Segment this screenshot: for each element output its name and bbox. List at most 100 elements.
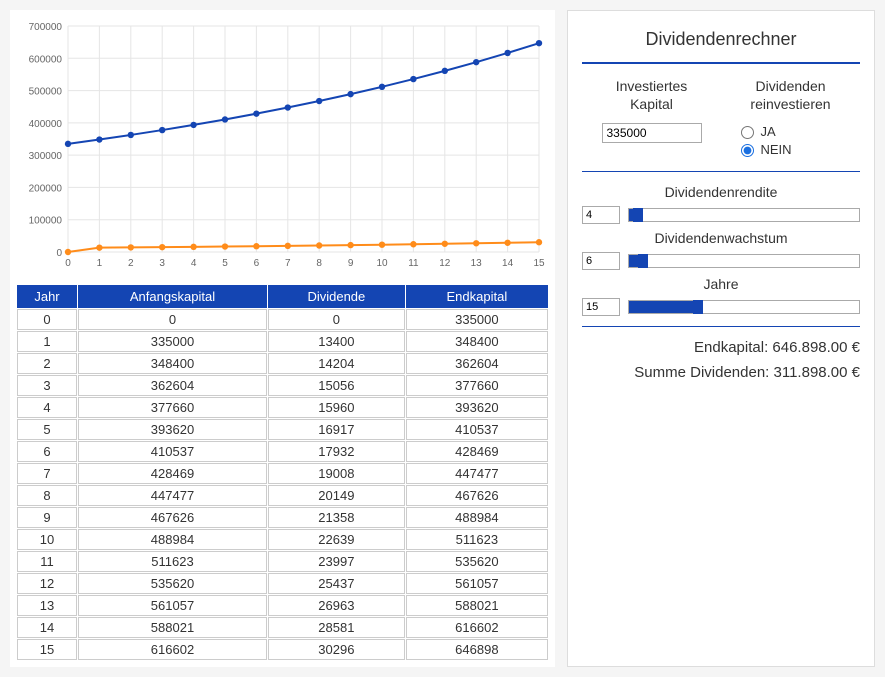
table-row: 1253562025437561057 — [17, 573, 548, 594]
slider-thumb[interactable] — [693, 300, 703, 314]
table-cell: 393620 — [406, 397, 548, 418]
reinvest-no-text: NEIN — [761, 142, 792, 157]
panel-title: Dividendenrechner — [582, 23, 860, 62]
growth-label: Dividendenwachstum — [582, 230, 860, 246]
results-block: Endkapital: 646.898.00 € Summe Dividende… — [582, 339, 860, 381]
table-cell: 561057 — [406, 573, 548, 594]
col-start: Anfangskapital — [78, 285, 267, 308]
table-cell: 428469 — [78, 463, 267, 484]
table-cell: 348400 — [78, 353, 267, 374]
svg-text:100000: 100000 — [29, 216, 63, 227]
table-cell: 21358 — [268, 507, 405, 528]
svg-text:8: 8 — [316, 258, 322, 269]
reinvest-yes-option[interactable]: JA — [736, 123, 846, 139]
table-cell: 3 — [17, 375, 77, 396]
table-row: 1561660230296646898 — [17, 639, 548, 660]
table-row: 641053717932428469 — [17, 441, 548, 462]
svg-text:15: 15 — [533, 258, 545, 269]
yield-label: Dividendenrendite — [582, 184, 860, 200]
table-cell: 20149 — [268, 485, 405, 506]
table-cell: 511623 — [406, 529, 548, 550]
table-cell: 0 — [268, 309, 405, 330]
table-cell: 362604 — [406, 353, 548, 374]
endcapital-label: Endkapital: — [694, 339, 768, 356]
table-cell: 511623 — [78, 551, 267, 572]
table-cell: 561057 — [78, 595, 267, 616]
line-chart: 0100000200000300000400000500000600000700… — [16, 16, 549, 276]
reinvest-yes-radio[interactable] — [741, 126, 754, 139]
table-cell: 428469 — [406, 441, 548, 462]
table-row: 844747720149467626 — [17, 485, 548, 506]
table-cell: 488984 — [78, 529, 267, 550]
table-cell: 535620 — [78, 573, 267, 594]
table-cell: 22639 — [268, 529, 405, 550]
svg-text:0: 0 — [56, 248, 62, 259]
svg-text:700000: 700000 — [29, 22, 63, 33]
yield-slider[interactable] — [628, 208, 860, 222]
reinvest-no-radio[interactable] — [741, 144, 754, 157]
left-panel: 0100000200000300000400000500000600000700… — [10, 10, 555, 667]
svg-text:0: 0 — [65, 258, 71, 269]
svg-text:1: 1 — [97, 258, 103, 269]
table-cell: 646898 — [406, 639, 548, 660]
svg-text:13: 13 — [471, 258, 483, 269]
svg-text:600000: 600000 — [29, 54, 63, 65]
svg-text:200000: 200000 — [29, 183, 63, 194]
table-cell: 15056 — [268, 375, 405, 396]
table-cell: 467626 — [406, 485, 548, 506]
table-cell: 10 — [17, 529, 77, 550]
table-cell: 535620 — [406, 551, 548, 572]
table-row: 1048898422639511623 — [17, 529, 548, 550]
table-row: 336260415056377660 — [17, 375, 548, 396]
svg-text:6: 6 — [254, 258, 260, 269]
table-cell: 348400 — [406, 331, 548, 352]
growth-slider[interactable] — [628, 254, 860, 268]
table-cell: 377660 — [406, 375, 548, 396]
table-cell: 11 — [17, 551, 77, 572]
table-cell: 28581 — [268, 617, 405, 638]
endcapital-value: 646.898.00 € — [772, 339, 860, 356]
invested-capital-input[interactable] — [602, 123, 702, 143]
table-cell: 25437 — [268, 573, 405, 594]
years-value-input[interactable] — [582, 298, 620, 316]
divsum-label: Summe Dividenden: — [634, 364, 769, 381]
table-cell: 588021 — [406, 595, 548, 616]
growth-value-input[interactable] — [582, 252, 620, 270]
table-cell: 616602 — [406, 617, 548, 638]
table-cell: 0 — [78, 309, 267, 330]
table-row: 000335000 — [17, 309, 548, 330]
col-year: Jahr — [17, 285, 77, 308]
table-cell: 377660 — [78, 397, 267, 418]
svg-text:10: 10 — [376, 258, 388, 269]
table-row: 1356105726963588021 — [17, 595, 548, 616]
table-cell: 467626 — [78, 507, 267, 528]
divider — [582, 62, 860, 64]
svg-text:400000: 400000 — [29, 119, 63, 130]
table-cell: 8 — [17, 485, 77, 506]
table-cell: 6 — [17, 441, 77, 462]
yield-value-input[interactable] — [582, 206, 620, 224]
slider-thumb[interactable] — [633, 208, 643, 222]
table-cell: 488984 — [406, 507, 548, 528]
slider-thumb[interactable] — [638, 254, 648, 268]
table-cell: 410537 — [406, 419, 548, 440]
table-cell: 26963 — [268, 595, 405, 616]
table-row: 742846919008447477 — [17, 463, 548, 484]
svg-text:3: 3 — [159, 258, 165, 269]
col-div: Dividende — [268, 285, 405, 308]
years-label: Jahre — [582, 276, 860, 292]
table-row: 437766015960393620 — [17, 397, 548, 418]
divider — [582, 326, 860, 327]
years-slider[interactable] — [628, 300, 860, 314]
table-cell: 362604 — [78, 375, 267, 396]
svg-text:300000: 300000 — [29, 151, 63, 162]
calculator-panel: Dividendenrechner Investiertes Kapital D… — [567, 10, 875, 667]
table-cell: 0 — [17, 309, 77, 330]
svg-text:12: 12 — [439, 258, 451, 269]
table-cell: 1 — [17, 331, 77, 352]
reinvest-no-option[interactable]: NEIN — [736, 141, 846, 157]
reinvest-yes-text: JA — [761, 124, 776, 139]
table-row: 133500013400348400 — [17, 331, 548, 352]
table-cell: 588021 — [78, 617, 267, 638]
table-cell: 393620 — [78, 419, 267, 440]
